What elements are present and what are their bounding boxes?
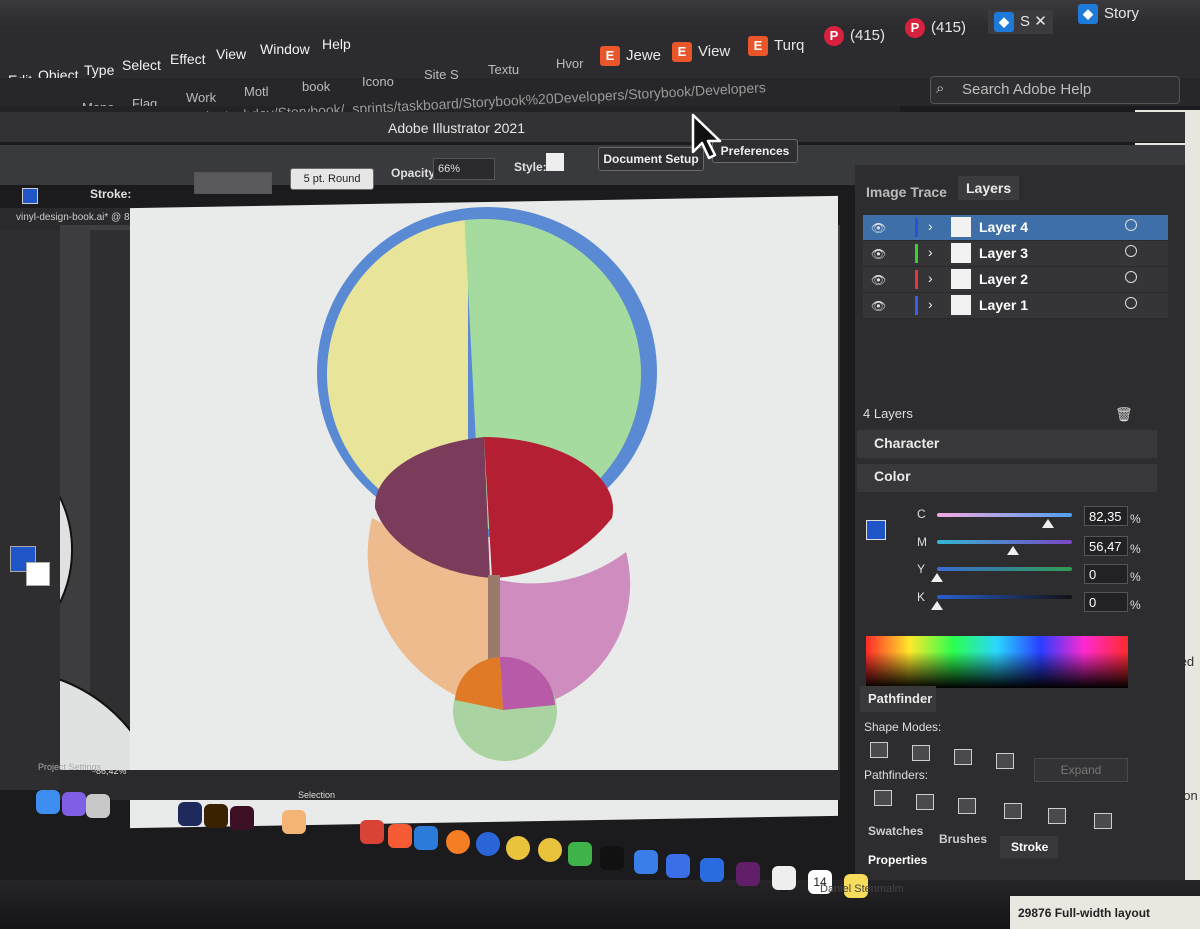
pathfinders-label: Pathfinders: bbox=[864, 768, 929, 782]
minus-back-icon[interactable] bbox=[1094, 813, 1112, 829]
layer-name[interactable]: Layer 2 bbox=[979, 271, 1028, 287]
target-icon[interactable] bbox=[1125, 297, 1137, 309]
layer-color-indicator bbox=[915, 244, 918, 263]
crop-icon[interactable] bbox=[1004, 803, 1022, 819]
layers-count: 4 Layers bbox=[863, 406, 913, 421]
tab-image-trace[interactable]: Image Trace bbox=[866, 184, 947, 200]
channel-label: Y bbox=[917, 562, 926, 576]
layer-color-indicator bbox=[915, 218, 918, 237]
layer-color-indicator bbox=[915, 296, 918, 315]
layer-row[interactable]: 👁 › Layer 2 bbox=[863, 267, 1168, 293]
safari-icon[interactable] bbox=[414, 826, 438, 850]
trash-icon[interactable]: 🗑 bbox=[1115, 406, 1133, 423]
color-spectrum[interactable] bbox=[866, 636, 1128, 688]
mouse-cursor-icon bbox=[691, 113, 722, 160]
signal-icon[interactable] bbox=[700, 858, 724, 882]
layer-thumbnail bbox=[951, 243, 971, 263]
slider-thumb[interactable] bbox=[1041, 519, 1054, 528]
layer-thumbnail bbox=[951, 295, 971, 315]
eye-icon[interactable]: 👁 bbox=[871, 299, 886, 313]
channel-label: K bbox=[917, 590, 926, 604]
chevron-right-icon[interactable]: › bbox=[928, 218, 933, 234]
eye-icon[interactable]: 👁 bbox=[871, 247, 886, 261]
chevron-right-icon[interactable]: › bbox=[928, 244, 933, 260]
illustrator-icon[interactable] bbox=[204, 804, 228, 828]
finder-icon[interactable] bbox=[36, 790, 60, 814]
channel-label: M bbox=[917, 535, 927, 549]
layer-thumbnail bbox=[951, 217, 971, 237]
layer-row[interactable]: 👁 › Layer 3 bbox=[863, 241, 1168, 267]
siri-icon[interactable] bbox=[62, 792, 86, 816]
layer-color-indicator bbox=[915, 270, 918, 289]
unit-label: % bbox=[1130, 570, 1141, 584]
target-icon[interactable] bbox=[1125, 219, 1137, 231]
chrome-icon[interactable] bbox=[506, 836, 530, 860]
merge-icon[interactable] bbox=[958, 798, 976, 814]
magenta-value[interactable]: 56,47 bbox=[1084, 536, 1128, 556]
brave-icon[interactable] bbox=[388, 824, 412, 848]
black-slider[interactable] bbox=[937, 595, 1072, 599]
expand-button[interactable]: Expand bbox=[1034, 758, 1128, 782]
background-person: Daniel Stenmalm bbox=[820, 883, 904, 895]
chevron-right-icon[interactable]: › bbox=[928, 270, 933, 286]
eye-icon[interactable]: 👁 bbox=[871, 221, 886, 235]
tab-brushes[interactable]: Brushes bbox=[939, 832, 987, 846]
chevron-right-icon[interactable]: › bbox=[928, 296, 933, 312]
cyan-value[interactable]: 82,35 bbox=[1084, 506, 1128, 526]
background-card-text: 29876 Full-width layout bbox=[1018, 906, 1151, 920]
slider-thumb[interactable] bbox=[931, 573, 943, 582]
terminal-icon[interactable] bbox=[600, 846, 624, 870]
figma-icon[interactable] bbox=[282, 810, 306, 834]
black-value[interactable]: 0 bbox=[1084, 592, 1128, 612]
layer-thumbnail bbox=[951, 269, 971, 289]
photos-icon[interactable] bbox=[772, 866, 796, 890]
outline-icon[interactable] bbox=[1048, 808, 1066, 824]
trim-icon[interactable] bbox=[916, 794, 934, 810]
firefox-icon[interactable] bbox=[446, 830, 470, 854]
magenta-slider[interactable] bbox=[937, 540, 1072, 544]
shape-modes-label: Shape Modes: bbox=[864, 720, 942, 734]
character-panel-title[interactable]: Character bbox=[874, 435, 939, 451]
firefox-dev-icon[interactable] bbox=[476, 832, 500, 856]
slider-thumb[interactable] bbox=[931, 601, 943, 610]
photoshop-icon[interactable] bbox=[178, 802, 202, 826]
slack-icon[interactable] bbox=[736, 862, 760, 886]
stem-shape bbox=[488, 575, 500, 665]
pathfinder-title[interactable]: Pathfinder bbox=[868, 691, 932, 706]
layer-name[interactable]: Layer 4 bbox=[979, 219, 1028, 235]
yellow-value[interactable]: 0 bbox=[1084, 564, 1128, 584]
yellow-slider[interactable] bbox=[937, 567, 1072, 571]
mail-icon[interactable] bbox=[634, 850, 658, 874]
slider-thumb[interactable] bbox=[1006, 546, 1019, 555]
tab-layers[interactable]: Layers bbox=[958, 176, 1020, 200]
channel-label: C bbox=[917, 507, 926, 521]
target-icon[interactable] bbox=[1125, 271, 1137, 283]
unit-label: % bbox=[1130, 512, 1141, 526]
unit-label: % bbox=[1130, 598, 1141, 612]
leaf-app-icon[interactable] bbox=[568, 842, 592, 866]
dock: 14 bbox=[20, 790, 880, 898]
tab-stroke[interactable]: Stroke bbox=[1011, 840, 1048, 854]
unite-icon[interactable] bbox=[870, 742, 888, 758]
color-panel-title[interactable]: Color bbox=[874, 468, 911, 484]
color-fill-icon[interactable] bbox=[866, 520, 886, 540]
layer-name[interactable]: Layer 1 bbox=[979, 297, 1028, 313]
exclude-icon[interactable] bbox=[996, 753, 1014, 769]
indesign-icon[interactable] bbox=[230, 806, 254, 830]
layer-row[interactable]: 👁 › Layer 1 bbox=[863, 293, 1168, 319]
cyan-slider[interactable] bbox=[937, 513, 1072, 517]
app-icon[interactable] bbox=[360, 820, 384, 844]
project-settings[interactable]: Project Settings bbox=[38, 762, 101, 772]
layer-row[interactable]: 👁 › Layer 4 bbox=[863, 215, 1168, 241]
eye-icon[interactable]: 👁 bbox=[871, 273, 886, 287]
chrome-canary-icon[interactable] bbox=[538, 838, 562, 862]
launchpad-icon[interactable] bbox=[86, 794, 110, 818]
unit-label: % bbox=[1130, 542, 1141, 556]
intersect-icon[interactable] bbox=[954, 749, 972, 765]
target-icon[interactable] bbox=[1125, 245, 1137, 257]
layer-name[interactable]: Layer 3 bbox=[979, 245, 1028, 261]
teams-icon[interactable] bbox=[666, 854, 690, 878]
minus-front-icon[interactable] bbox=[912, 745, 930, 761]
